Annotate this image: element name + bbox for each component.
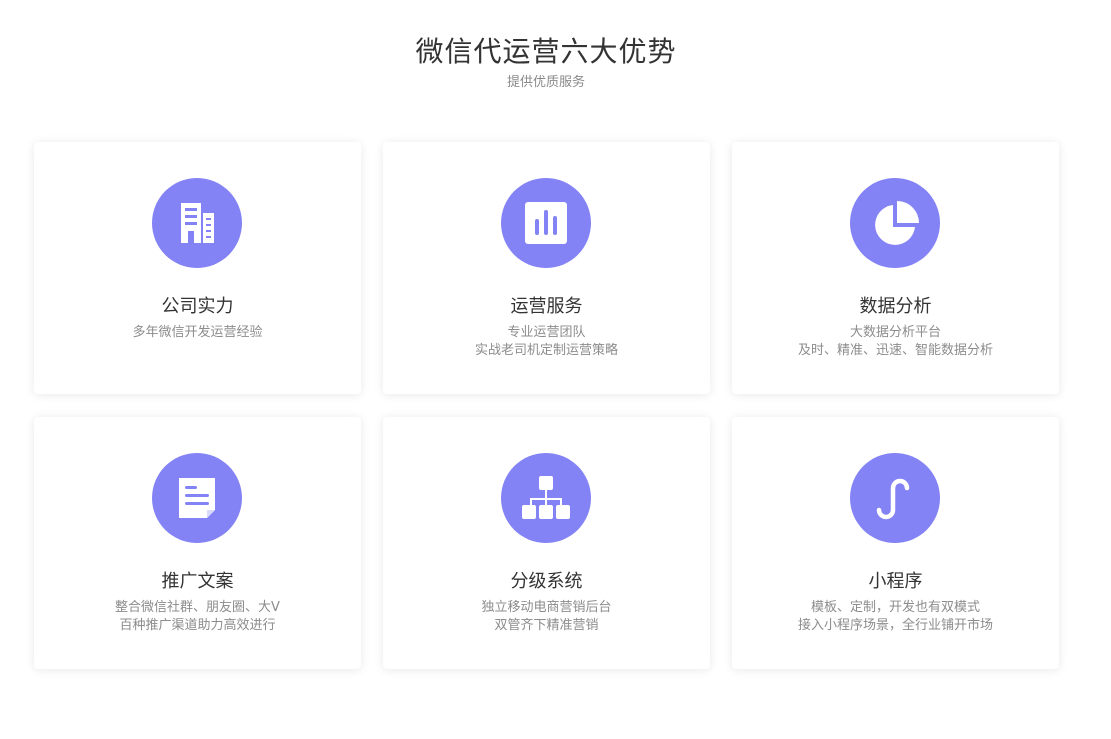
advantage-card-operations[interactable]: 运营服务 专业运营团队 实战老司机定制运营策略	[383, 142, 710, 394]
card-description: 专业运营团队 实战老司机定制运营策略	[383, 324, 710, 360]
card-description: 多年微信开发运营经验	[34, 324, 361, 342]
pie-chart-icon	[875, 201, 919, 245]
icon-badge	[850, 453, 940, 543]
card-desc-line: 多年微信开发运营经验	[132, 325, 263, 340]
bar-chart-icon	[525, 202, 567, 244]
card-description: 大数据分析平台 及时、精准、迅速、智能数据分析	[732, 324, 1059, 360]
document-icon	[179, 478, 215, 518]
card-desc-line: 大数据分析平台	[849, 325, 941, 340]
page-subtitle: 提供优质服务	[506, 75, 585, 90]
advantage-card-company[interactable]: 公司实力 多年微信开发运营经验	[34, 142, 361, 394]
card-title: 公司实力	[161, 296, 234, 317]
card-title: 数据分析	[859, 296, 932, 317]
icon-badge	[850, 178, 940, 268]
card-title: 分级系统	[510, 571, 583, 592]
page-title: 微信代运营六大优势	[415, 35, 677, 68]
hierarchy-icon	[522, 476, 570, 519]
advantage-card-data-analysis[interactable]: 数据分析 大数据分析平台 及时、精准、迅速、智能数据分析	[732, 142, 1059, 394]
card-desc-line: 整合微信社群、朋友圈、大V	[115, 600, 280, 615]
card-description: 整合微信社群、朋友圈、大V 百种推广渠道助力高效进行	[34, 599, 361, 635]
card-desc-line: 百种推广渠道助力高效进行	[119, 618, 276, 633]
advantages-grid: 公司实力 多年微信开发运营经验 运营服务 专业运营团队 实战老司机定制运营策略	[34, 142, 1060, 669]
card-desc-line: 模板、定制，开发也有双模式	[810, 600, 980, 615]
building-icon	[181, 203, 214, 243]
card-description: 独立移动电商营销后台 双管齐下精准营销	[383, 599, 710, 635]
icon-badge	[152, 453, 242, 543]
icon-badge	[152, 178, 242, 268]
card-desc-line: 专业运营团队	[507, 325, 586, 340]
card-desc-line: 实战老司机定制运营策略	[474, 343, 618, 358]
card-title: 运营服务	[510, 296, 583, 317]
card-title: 小程序	[868, 571, 923, 592]
advantage-card-hierarchy[interactable]: 分级系统 独立移动电商营销后台 双管齐下精准营销	[383, 417, 710, 669]
icon-badge	[501, 453, 591, 543]
advantage-card-mini-program[interactable]: 小程序 模板、定制，开发也有双模式 接入小程序场景，全行业铺开市场	[732, 417, 1059, 669]
card-desc-line: 接入小程序场景，全行业铺开市场	[797, 618, 993, 633]
card-desc-line: 双管齐下精准营销	[494, 618, 599, 633]
card-desc-line: 及时、精准、迅速、智能数据分析	[797, 343, 993, 358]
card-desc-line: 独立移动电商营销后台	[481, 600, 612, 615]
card-description: 模板、定制，开发也有双模式 接入小程序场景，全行业铺开市场	[732, 599, 1059, 635]
advantage-card-copywriting[interactable]: 推广文案 整合微信社群、朋友圈、大V 百种推广渠道助力高效进行	[34, 417, 361, 669]
icon-badge	[501, 178, 591, 268]
mini-program-icon	[876, 478, 910, 520]
card-title: 推广文案	[161, 571, 234, 592]
